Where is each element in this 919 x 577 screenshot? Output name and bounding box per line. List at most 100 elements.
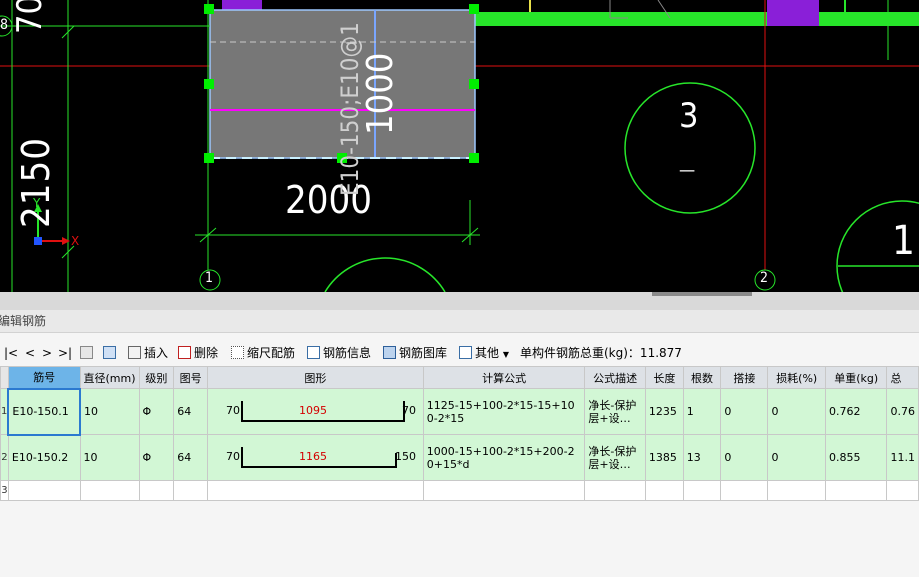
grip-handle[interactable] <box>469 4 479 14</box>
nav-prev-button[interactable]: < <box>25 340 35 366</box>
nav-first-button[interactable]: |< <box>4 340 18 366</box>
ucs-y-label: Y <box>33 196 41 210</box>
col-header[interactable]: 单重(kg) <box>824 366 888 389</box>
col-header[interactable]: 总 <box>886 366 919 389</box>
rebar-library-button[interactable]: 钢筋图库 <box>383 340 447 366</box>
grip-handle[interactable] <box>204 153 214 163</box>
table-row-empty[interactable]: 3 <box>0 480 919 501</box>
other-menu-button[interactable]: 其他 ▼ <box>459 340 509 368</box>
empty-cell[interactable] <box>7 480 81 501</box>
cell-unit-weight[interactable]: 0.855 <box>824 434 888 481</box>
empty-cell[interactable] <box>644 480 684 501</box>
empty-cell[interactable] <box>79 480 140 501</box>
cell-desc[interactable]: 净长-保护层+设… <box>584 434 646 481</box>
cell-diameter[interactable]: 10 <box>79 434 140 481</box>
empty-cell[interactable] <box>720 480 769 501</box>
table-row[interactable]: 2 E10-150.2 10 Φ 64 70 1165 150 1000-15+… <box>0 434 919 481</box>
cell-count[interactable]: 13 <box>682 434 722 481</box>
detail-circle-dash: — <box>679 160 696 181</box>
delete-label: 删除 <box>194 346 219 360</box>
empty-cell[interactable] <box>824 480 888 501</box>
nav-last-button[interactable]: >| <box>58 340 72 366</box>
move-up-button[interactable] <box>80 340 96 366</box>
scale-config-button[interactable]: 缩尺配筋 <box>231 340 295 366</box>
cell-loss[interactable]: 0 <box>767 388 826 435</box>
col-header[interactable]: 图形 <box>207 366 424 389</box>
col-header[interactable]: 计算公式 <box>422 366 586 389</box>
col-header[interactable]: 搭接 <box>720 366 769 389</box>
cell-shape[interactable]: 70 1095 70 <box>207 388 424 435</box>
panel-splitter[interactable] <box>0 292 919 310</box>
empty-cell[interactable] <box>767 480 826 501</box>
cell-total[interactable]: 0.76 <box>886 388 919 435</box>
empty-cell[interactable] <box>138 480 175 501</box>
cell-grade[interactable]: Φ <box>138 434 175 481</box>
empty-cell[interactable] <box>584 480 646 501</box>
cell-desc[interactable]: 净长-保护层+设… <box>584 388 646 435</box>
empty-cell[interactable] <box>886 480 919 501</box>
empty-cell[interactable] <box>682 480 722 501</box>
cell-fig-no[interactable]: 64 <box>173 388 209 435</box>
cell-diameter[interactable]: 10 <box>79 388 140 435</box>
delete-icon <box>178 346 191 359</box>
row-number[interactable]: 2 <box>0 434 9 481</box>
col-header[interactable]: 损耗(%) <box>767 366 826 389</box>
axis-label-2: 2 <box>760 270 769 286</box>
empty-cell[interactable] <box>173 480 209 501</box>
cell-lap[interactable]: 0 <box>720 434 769 481</box>
col-header[interactable]: 直径(mm) <box>79 366 140 389</box>
cell-loss[interactable]: 0 <box>767 434 826 481</box>
cell-count[interactable]: 1 <box>682 388 722 435</box>
table-header-row: 筋号 直径(mm) 级别 图号 图形 计算公式 公式描述 长度 根数 搭接 损耗… <box>0 366 919 389</box>
cell-formula[interactable]: 1000-15+100-2*15+200-20+15*d <box>422 434 586 481</box>
move-down-button[interactable] <box>103 340 119 366</box>
cell-fig-no[interactable]: 64 <box>173 434 209 481</box>
cell-id[interactable]: E10-150.2 <box>7 434 81 481</box>
delete-button[interactable]: 删除 <box>178 340 218 366</box>
cell-lap[interactable]: 0 <box>720 388 769 435</box>
shape-mid-value: 1095 <box>299 403 328 417</box>
splitter-handle[interactable] <box>652 292 752 296</box>
grip-handle[interactable] <box>204 4 214 14</box>
grip-handle[interactable] <box>204 79 214 89</box>
detail-circle-label: 3 <box>679 96 699 136</box>
cell-id[interactable]: E10-150.1 <box>7 387 82 436</box>
grip-handle[interactable] <box>469 79 479 89</box>
document-icon <box>307 346 320 359</box>
insert-label: 插入 <box>144 346 169 360</box>
grip-handle[interactable] <box>469 153 479 163</box>
shape-right-value: 150 <box>395 449 417 463</box>
rebar-info-label: 钢筋信息 <box>323 346 372 360</box>
empty-cell[interactable] <box>207 480 424 501</box>
cell-formula[interactable]: 1125-15+100-2*15-15+100-2*15 <box>422 388 586 435</box>
cell-grade[interactable]: Φ <box>138 388 175 435</box>
row-number[interactable]: 1 <box>0 388 9 435</box>
arrow-down-icon <box>103 346 116 359</box>
col-header[interactable]: 级别 <box>138 366 175 389</box>
col-header[interactable]: 公式描述 <box>584 366 646 389</box>
cell-length[interactable]: 1235 <box>644 388 684 435</box>
col-header[interactable]: 长度 <box>644 366 684 389</box>
row-number[interactable]: 3 <box>0 480 9 501</box>
axis-label-1: 1 <box>205 270 214 286</box>
nav-next-button[interactable]: > <box>42 340 52 366</box>
empty-cell[interactable] <box>422 480 586 501</box>
table-row[interactable]: 1 E10-150.1 10 Φ 64 70 1095 70 1125-15+1… <box>0 387 919 436</box>
arrow-up-icon <box>80 346 93 359</box>
cad-drawing-canvas[interactable]: 70 2150 2000 E10-150;E10@1 1000 1 2 8 3 … <box>0 0 919 292</box>
axis-label-8: 8 <box>0 17 9 33</box>
rebar-library-label: 钢筋图库 <box>399 346 448 360</box>
col-header[interactable]: 根数 <box>682 366 722 389</box>
cell-unit-weight[interactable]: 0.762 <box>824 388 888 435</box>
cell-total[interactable]: 11.1 <box>886 434 919 481</box>
cell-shape[interactable]: 70 1165 150 <box>207 434 424 481</box>
panel-toolbar: |< < > >| 插入 删除 缩尺配筋 钢筋信息 钢筋图库 其他 ▼ 单构件钢… <box>0 340 919 366</box>
cell-length[interactable]: 1385 <box>644 434 684 481</box>
col-header[interactable]: 筋号 <box>7 366 81 389</box>
rebar-info-button[interactable]: 钢筋信息 <box>307 340 371 366</box>
col-header[interactable]: 图号 <box>173 366 209 389</box>
chevron-down-icon: ▼ <box>502 350 509 359</box>
purple-block-right <box>767 0 819 26</box>
insert-button[interactable]: 插入 <box>128 340 168 366</box>
row-number-header <box>0 366 9 389</box>
